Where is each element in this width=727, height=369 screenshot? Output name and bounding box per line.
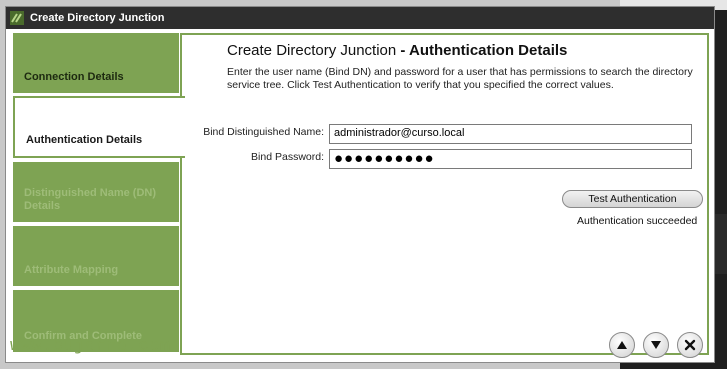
heading-prefix: Create Directory Junction (227, 42, 397, 59)
step-label: Attribute Mapping (24, 264, 119, 276)
bind-password-input[interactable]: ●●●●●●●●●● (329, 149, 692, 169)
page-title: Create Directory Junction - Authenticati… (227, 42, 567, 59)
heading-separator: - (396, 42, 410, 59)
close-icon (684, 339, 696, 351)
step-authentication-details[interactable]: Authentication Details (13, 96, 185, 158)
watermark: www.bujarra.com (10, 337, 171, 356)
bind-password-label: Bind Password: (251, 151, 324, 163)
step-label: Connection Details (24, 71, 124, 83)
step-dn-details[interactable]: Distinguished Name (DN) Details (13, 162, 179, 222)
window-title: Create Directory Junction (30, 12, 165, 24)
step-connection-details[interactable]: Connection Details (13, 33, 179, 93)
instructions-text: Enter the user name (Bind DN) and passwo… (227, 66, 693, 91)
triangle-down-icon (651, 341, 661, 349)
bind-dn-input[interactable]: administrador@curso.local (329, 124, 692, 144)
bind-dn-label: Bind Distinguished Name: (203, 126, 324, 138)
step-attribute-mapping[interactable]: Attribute Mapping (13, 226, 179, 286)
auth-details-panel: Create Directory Junction - Authenticati… (180, 33, 709, 358)
move-down-button[interactable] (643, 332, 669, 358)
create-directory-junction-dialog: Create Directory Junction Connection Det… (5, 6, 715, 363)
app-logo-icon (10, 11, 24, 25)
test-authentication-button[interactable]: Test Authentication (562, 190, 703, 208)
triangle-up-icon (617, 341, 627, 349)
title-bar: Create Directory Junction (6, 7, 714, 29)
authentication-status: Authentication succeeded (577, 215, 698, 227)
step-label: Authentication Details (26, 134, 143, 146)
step-label: Distinguished Name (DN) Details (24, 187, 157, 212)
close-button[interactable] (677, 332, 703, 358)
heading-section: Authentication Details (409, 42, 568, 59)
move-up-button[interactable] (609, 332, 635, 358)
